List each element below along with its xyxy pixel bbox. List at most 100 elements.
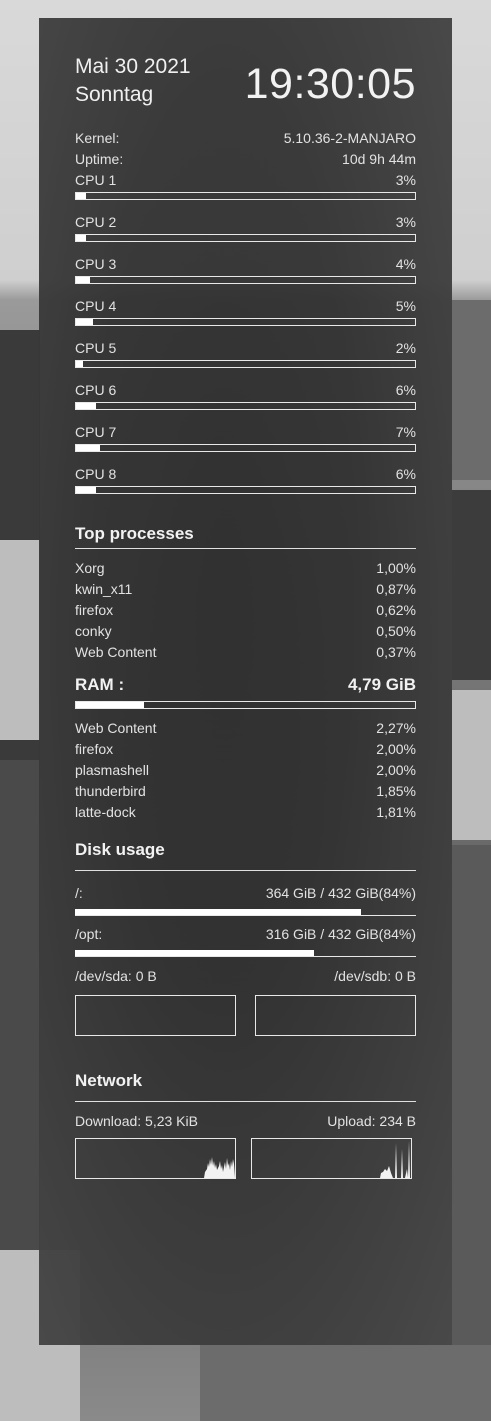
- cpu-row: CPU 8 6%: [75, 464, 416, 506]
- process-value: 0,87%: [376, 581, 416, 597]
- cpu-row: CPU 4 5%: [75, 296, 416, 338]
- cpu-bar: [75, 402, 416, 410]
- network-rates-row: Download: 5,23 KiB Upload: 234 B: [75, 1111, 416, 1132]
- process-name: Xorg: [75, 560, 105, 576]
- cpu-list: CPU 1 3% CPU 2 3% CPU 3 4% CPU 4 5% CPU 5 2% CPU 6…: [75, 170, 416, 506]
- cpu-row-text: CPU 3 4%: [75, 254, 416, 275]
- process-value: 1,81%: [376, 804, 416, 820]
- network-title: Network: [75, 1071, 416, 1102]
- cpu-label: CPU 3: [75, 256, 117, 272]
- ram-process-list: Web Content 2,27% firefox 2,00% plasmashell 2…: [75, 718, 416, 823]
- kernel-label: Kernel:: [75, 130, 120, 146]
- process-name: conky: [75, 623, 112, 639]
- wallpaper-building: [0, 760, 40, 1260]
- process-row: plasmashell 2,00%: [75, 760, 416, 781]
- disk-root-value: 364 GiB / 432 GiB(84%): [265, 885, 416, 901]
- cpu-row-text: CPU 2 3%: [75, 212, 416, 233]
- cpu-bar: [75, 276, 416, 284]
- top-processes-title: Top processes: [75, 524, 416, 549]
- process-row: conky 0,50%: [75, 621, 416, 642]
- cpu-bar: [75, 444, 416, 452]
- process-row: thunderbird 1,85%: [75, 781, 416, 802]
- cpu-label: CPU 2: [75, 214, 117, 230]
- cpu-value: 7%: [395, 424, 416, 440]
- cpu-bar-fill: [76, 487, 97, 493]
- process-value: 2,27%: [376, 720, 416, 736]
- cpu-row-text: CPU 8 6%: [75, 464, 416, 485]
- header: Mai 30 2021 Sonntag 19:30:05: [75, 18, 416, 122]
- wallpaper-building: [452, 490, 491, 680]
- cpu-row: CPU 7 7%: [75, 422, 416, 464]
- cpu-row: CPU 6 6%: [75, 380, 416, 422]
- cpu-bar-fill: [76, 319, 93, 325]
- ram-section: RAM : 4,79 GiB Web Content 2,27% firefox 2,…: [75, 675, 416, 823]
- disk-section: Disk usage /: 364 GiB / 432 GiB(84%) /op…: [75, 840, 416, 1047]
- cpu-label: CPU 8: [75, 466, 117, 482]
- cpu-value: 6%: [395, 382, 416, 398]
- uptime-label: Uptime:: [75, 151, 124, 167]
- cpu-bar-fill: [76, 361, 83, 367]
- cpu-row-text: CPU 5 2%: [75, 338, 416, 359]
- conky-panel: Mai 30 2021 Sonntag 19:30:05 Kernel: 5.1…: [39, 18, 452, 1345]
- cpu-bar: [75, 486, 416, 494]
- ram-bar-fill: [76, 702, 144, 708]
- weekday-text: Sonntag: [75, 83, 154, 106]
- cpu-value: 6%: [395, 466, 416, 482]
- wallpaper-building: [0, 540, 40, 740]
- upload-graph-area: [380, 1141, 410, 1178]
- cpu-row: CPU 2 3%: [75, 212, 416, 254]
- upload-graph-plot: [380, 1141, 410, 1178]
- wallpaper-building: [452, 690, 491, 840]
- disk-io-row: /dev/sda: 0 B /dev/sdb: 0 B: [75, 966, 416, 987]
- kernel-row: Kernel: 5.10.36-2-MANJARO: [75, 128, 416, 149]
- cpu-bar-fill: [76, 193, 87, 199]
- process-value: 0,37%: [376, 644, 416, 660]
- process-name: kwin_x11: [75, 581, 133, 597]
- disk-opt-bar: [75, 950, 416, 957]
- network-section: Network Download: 5,23 KiB Upload: 234 B: [75, 1071, 416, 1182]
- cpu-row-text: CPU 4 5%: [75, 296, 416, 317]
- ram-bar: [75, 701, 416, 709]
- ram-value: 4,79 GiB: [347, 675, 416, 694]
- wallpaper-building: [452, 300, 491, 480]
- date-block: Mai 30 2021 Sonntag: [75, 53, 191, 109]
- cpu-label: CPU 1: [75, 172, 117, 188]
- network-graphs: [75, 1138, 416, 1182]
- wallpaper-building: [200, 1345, 491, 1421]
- cpu-row: CPU 1 3%: [75, 170, 416, 212]
- process-row: Web Content 2,27%: [75, 718, 416, 739]
- disk-root-row: /: 364 GiB / 432 GiB(84%): [75, 883, 416, 904]
- process-list: Xorg 1,00% kwin_x11 0,87% firefox 0,62% conky 0…: [75, 558, 416, 663]
- upload-label: Upload: 234 B: [327, 1113, 416, 1129]
- process-value: 0,50%: [376, 623, 416, 639]
- ram-header: RAM : 4,79 GiB: [75, 675, 416, 695]
- disk-opt-label: /opt:: [75, 926, 103, 942]
- process-name: plasmashell: [75, 762, 149, 778]
- process-value: 1,85%: [376, 783, 416, 799]
- disk-sdb-graph: [255, 995, 416, 1036]
- disk-opt-value: 316 GiB / 432 GiB(84%): [265, 926, 416, 942]
- clock: 19:30:05: [244, 60, 416, 108]
- process-name: thunderbird: [75, 783, 146, 799]
- cpu-label: CPU 4: [75, 298, 117, 314]
- download-graph-area: [204, 1157, 235, 1178]
- process-row: firefox 0,62%: [75, 600, 416, 621]
- download-graph: [75, 1138, 236, 1179]
- disk-sda-graph: [75, 995, 236, 1036]
- disk-root-label: /:: [75, 885, 83, 901]
- process-value: 1,00%: [376, 560, 416, 576]
- wallpaper-building: [452, 845, 491, 1421]
- upload-graph: [251, 1138, 412, 1179]
- top-processes-section: Top processes Xorg 1,00% kwin_x11 0,87% fire…: [75, 524, 416, 663]
- cpu-value: 5%: [395, 298, 416, 314]
- disk-sda-label: /dev/sda: 0 B: [75, 968, 157, 984]
- process-row: Xorg 1,00%: [75, 558, 416, 579]
- process-name: firefox: [75, 602, 114, 618]
- process-value: 2,00%: [376, 762, 416, 778]
- cpu-label: CPU 6: [75, 382, 117, 398]
- cpu-bar: [75, 192, 416, 200]
- cpu-label: CPU 5: [75, 340, 117, 356]
- ram-title: RAM :: [75, 675, 125, 694]
- disk-root-bar: [75, 909, 416, 916]
- disk-root-bar-fill: [75, 909, 362, 915]
